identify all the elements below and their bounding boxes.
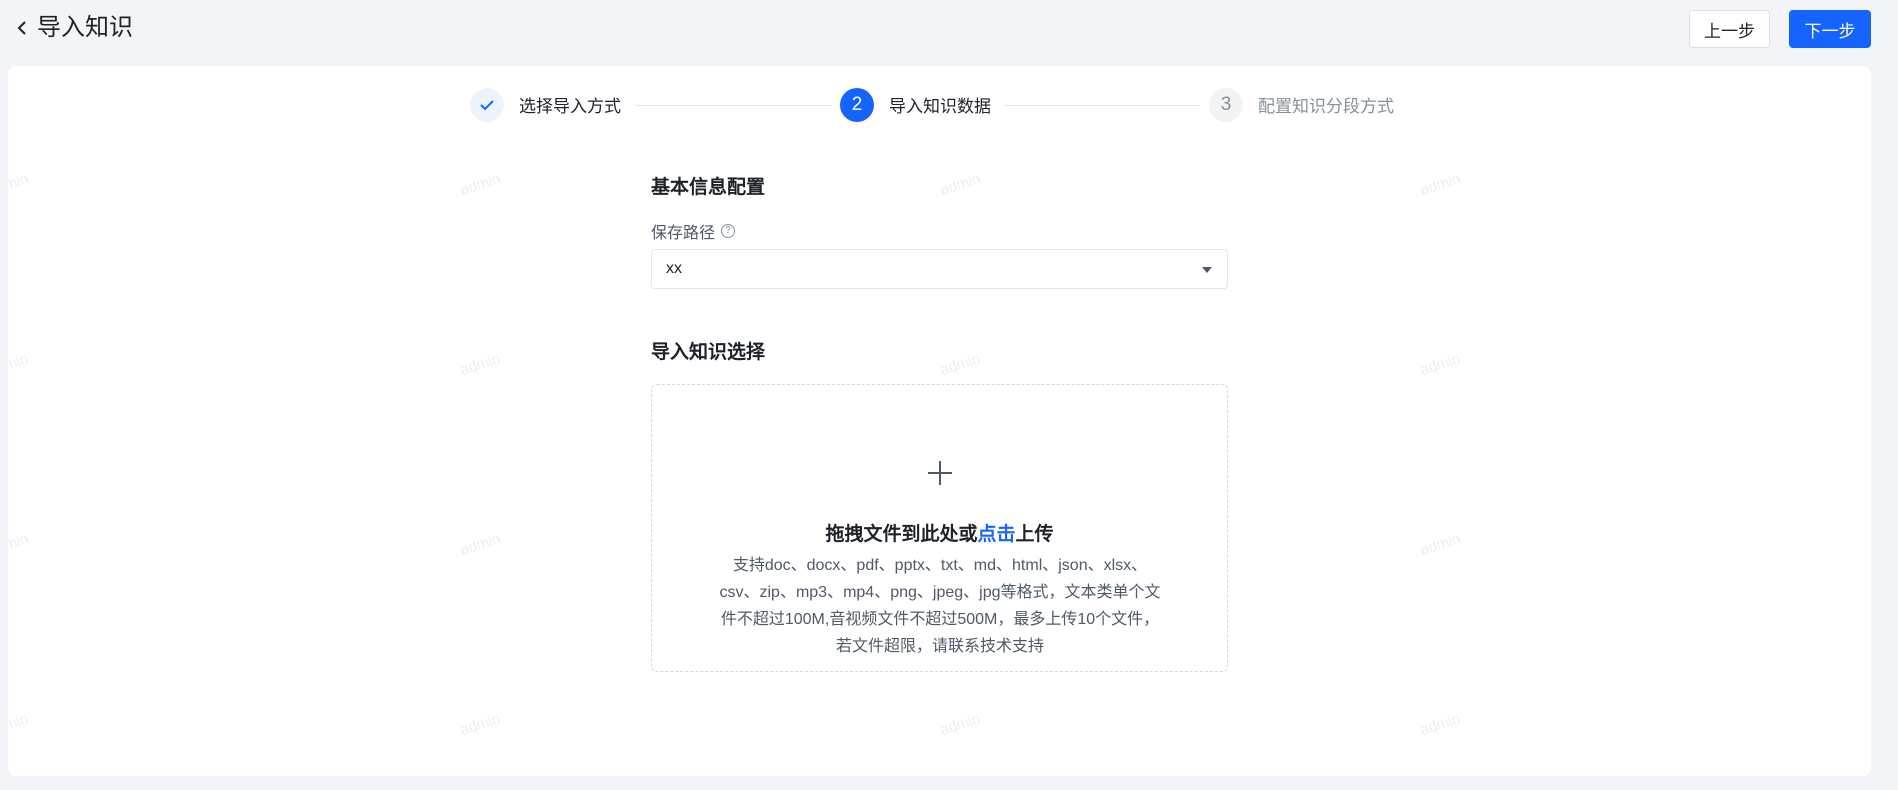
step-1-label: 选择导入方式 [519,97,621,116]
watermark-text: admin [8,170,31,199]
watermark-text: admin [938,170,983,199]
page-title: 导入知识 [37,14,133,41]
upload-click-link[interactable]: 点击 [977,524,1015,545]
upload-prefix: 拖拽文件到此处或 [825,524,978,545]
upload-desc-line: 若文件超限，请联系技术支持 [835,638,1044,655]
watermark-text: admin [458,530,503,559]
save-path-label-text: 保存路径 [651,225,716,242]
watermark-text: admin [8,710,31,739]
watermark-text: admin [458,350,503,379]
step-connector [635,105,833,106]
page: 导入知识 上一步 下一步 admin admin admin admin admin ad… [0,0,1898,790]
step-2-number: 2 [840,88,874,122]
header: 导入知识 上一步 下一步 [0,0,1898,56]
upload-desc-line: csv、zip、mp3、mp4、png、jpeg、jpg等格式，文本类单个文 [719,584,1161,601]
basic-info-title: 基本信息配置 [651,177,766,198]
caret-down-icon [1202,267,1212,273]
watermark-text: admin [938,350,983,379]
upload-suffix: 上传 [1015,524,1054,545]
upload-desc-line: 件不超过100M,音视频文件不超过500M，最多上传10个文件， [720,611,1160,628]
plus-icon [926,459,954,487]
stepper: 选择导入方式 2 导入知识数据 3 配置知识分段方式 [8,88,1871,128]
upload-title: 拖拽文件到此处或点击上传 [652,519,1227,546]
step-connector [1004,105,1201,106]
back-button[interactable] [10,14,34,42]
watermark-text: admin [1418,710,1463,739]
watermark-text: admin [1418,530,1463,559]
watermark-text: admin [458,710,503,739]
step-1-check-icon [470,88,504,122]
save-path-label: 保存路径 ? [651,219,736,243]
upload-dropzone[interactable]: 拖拽文件到此处或点击上传 支持doc、docx、pdf、pptx、txt、md、… [651,384,1228,672]
upload-description: 支持doc、docx、pdf、pptx、txt、md、html、json、xls… [704,552,1176,660]
watermark-text: admin [8,350,31,379]
watermark-text: admin [938,710,983,739]
chevron-left-icon [17,21,26,35]
step-3-number: 3 [1209,88,1243,122]
save-path-value: xx [666,260,682,277]
step-2-label: 导入知识数据 [889,97,991,116]
question-icon[interactable]: ? [721,224,736,238]
next-step-button[interactable]: 下一步 [1789,10,1871,48]
prev-step-button[interactable]: 上一步 [1689,10,1770,48]
watermark-text: admin [8,530,31,559]
import-select-title: 导入知识选择 [651,342,766,363]
watermark-text: admin [1418,350,1463,379]
watermark-text: admin [1418,170,1463,199]
main-card: admin admin admin admin admin admin admin admin… [8,66,1871,776]
step-3-label: 配置知识分段方式 [1258,97,1394,116]
upload-desc-line: 支持doc、docx、pdf、pptx、txt、md、html、json、xls… [732,557,1148,574]
watermark-text: admin [458,170,503,199]
save-path-select[interactable]: xx [651,249,1228,289]
